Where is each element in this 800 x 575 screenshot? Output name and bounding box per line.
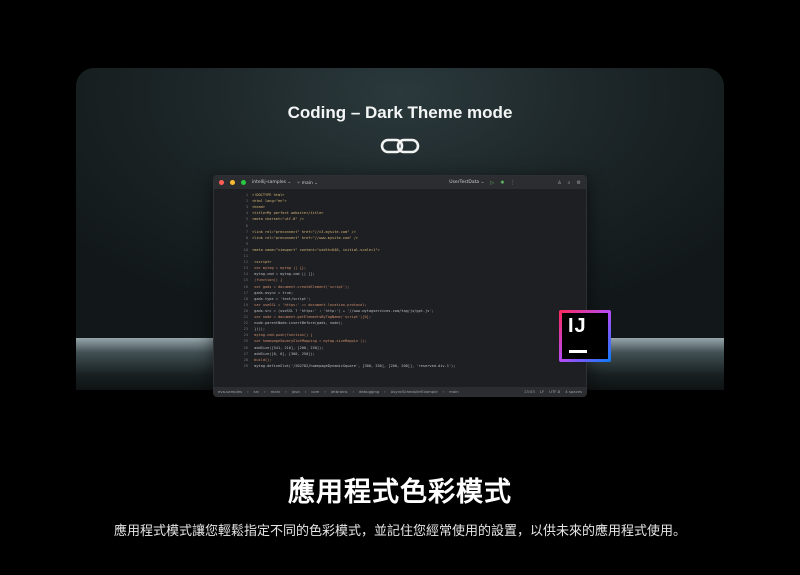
breadcrumb-item[interactable]: main	[271, 389, 281, 394]
minimize-window-button[interactable]	[230, 180, 235, 185]
code-line: 29 mytag.defineSlot('/202782/homepageDyn…	[214, 363, 456, 369]
code-text: <link rel="preconnect" href="//c3.mysite…	[252, 229, 356, 234]
code-text: (function() {	[252, 278, 283, 283]
chevron-right-icon: ›	[384, 389, 386, 394]
breadcrumb-item[interactable]: AsyncSchedulerExample	[391, 389, 438, 394]
code-text: var homepageSquarySlotMapping = mytag.si…	[252, 339, 367, 344]
gear-icon[interactable]: ⚙	[577, 180, 581, 186]
status-indent[interactable]: 4 spaces	[565, 389, 582, 394]
logo-bar	[569, 350, 587, 353]
code-text: <meta charset="utf-8" />	[252, 217, 304, 222]
code-text: <link rel="preconnect" href="//www.mysit…	[252, 235, 359, 240]
project-selector[interactable]: intellij-samples ⌄	[252, 180, 291, 185]
code-text: <!DOCTYPE html>	[252, 193, 285, 197]
code-text: gads.src = (useSSL ? 'https:' : 'http:')…	[252, 308, 434, 313]
code-text: mytag.cmd.push(function() {	[252, 333, 313, 338]
run-config-selector[interactable]: UserTestData ⌄	[449, 180, 484, 185]
code-text: build();	[252, 357, 272, 362]
code-text: <html lang="en">	[252, 199, 287, 204]
breadcrumb-item[interactable]: eva-samples	[218, 389, 242, 394]
section-heading: 應用程式色彩模式	[288, 477, 512, 508]
run-icon[interactable]: ▷	[490, 180, 494, 186]
chevron-right-icon: ›	[264, 389, 266, 394]
breadcrumb-item[interactable]: jetbrains	[331, 389, 348, 394]
chevron-right-icon: ›	[304, 389, 307, 394]
code-text: mytag.defineSlot('/202782/homepageDynami…	[252, 363, 456, 368]
close-window-button[interactable]	[219, 180, 224, 185]
code-text: <script>	[252, 260, 272, 265]
branch-icon: ⑂	[297, 179, 301, 186]
code-text: var node = document.getElementsByTagName…	[252, 315, 371, 319]
code-text: gads.type = 'text/script';	[252, 296, 311, 301]
code-text: addSize([0, 0], [300, 250]);	[252, 351, 315, 356]
debug-icon[interactable]: ✱	[500, 180, 504, 186]
status-pos[interactable]: 13:53	[524, 389, 535, 394]
breadcrumb-item[interactable]: main	[449, 389, 459, 394]
code-text: var gads = document.createElement('scrip…	[252, 284, 350, 289]
chevron-right-icon: ›	[285, 389, 287, 394]
link-icon	[380, 138, 420, 154]
card-title: Coding – Dark Theme mode	[287, 103, 513, 122]
code-text: node.parentNode.insertBefore(gads, node)…	[252, 321, 343, 326]
code-text: var useSSL = 'https:' == document.locati…	[252, 302, 367, 307]
chevron-right-icon: ›	[442, 389, 445, 394]
ide-window: intellij-samples ⌄ ⑂ main ⌄ UserTestData…	[213, 175, 587, 397]
status-enc[interactable]: UTF-8	[549, 389, 560, 394]
code-text: var mytag = mytag || {};	[252, 266, 307, 271]
code-text: <title>My perfect website</title>	[252, 211, 324, 216]
more-icon[interactable]: ⋮	[510, 180, 515, 186]
code-text: })();	[252, 327, 265, 332]
user-icon[interactable]: ♙	[557, 180, 561, 186]
code-text: <meta name="viewport" content="width=640…	[252, 247, 380, 252]
maximize-window-button[interactable]	[241, 180, 246, 185]
line-number: 29	[243, 363, 248, 368]
breadcrumb-item[interactable]: src	[254, 389, 260, 394]
chevron-right-icon: ›	[247, 389, 249, 394]
chevron-right-icon: ›	[324, 389, 326, 394]
code-text: <head>	[252, 205, 265, 210]
chevron-right-icon: ›	[352, 389, 354, 394]
search-icon[interactable]: ⌕	[568, 180, 571, 186]
status-eol[interactable]: LF	[540, 389, 544, 394]
breadcrumb-item[interactable]: debugging	[359, 389, 379, 394]
code-editor[interactable]: 1 <!DOCTYPE html> 2 <html lang="en"> 3 <head>…	[214, 189, 586, 387]
section-description: 應用程式模式讓您輕鬆指定不同的色彩模式，並記住您經常使用的設置，以供未來的應用程…	[113, 524, 686, 539]
breadcrumb-item[interactable]: java	[292, 389, 300, 394]
code-text: gads.async = true;	[252, 290, 294, 295]
logo-text: IJ	[568, 315, 587, 337]
code-text: mytag.cmd = mytag.cmd || [];	[252, 272, 315, 277]
breadcrumb-item[interactable]: com	[311, 389, 319, 394]
code-text: addSize([541, 210], [200, 250]);	[252, 345, 324, 350]
status-bar: eva-samples › src › main › java › com › jetbrains ›…	[214, 387, 586, 396]
intellij-logo: IJ	[559, 310, 611, 362]
ide-toolbar: intellij-samples ⌄ ⑂ main ⌄ UserTestData…	[214, 176, 586, 189]
branch-selector[interactable]: ⑂ main ⌄	[297, 180, 318, 186]
